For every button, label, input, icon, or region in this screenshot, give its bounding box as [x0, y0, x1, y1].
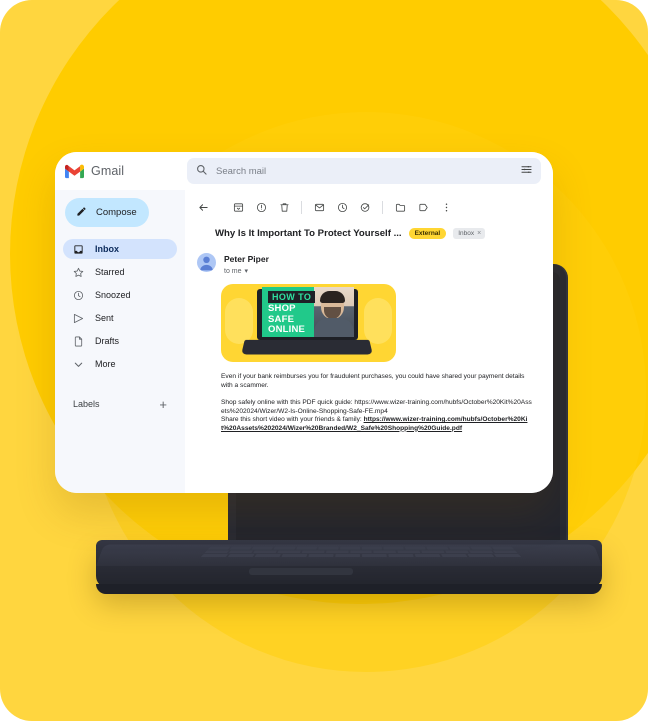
- keyboard-row: [207, 546, 515, 550]
- email-subject: Why Is It Important To Protect Yourself …: [215, 228, 402, 239]
- label-chip-inbox-text: Inbox: [458, 230, 475, 237]
- sidebar-label-inbox: Inbox: [95, 244, 119, 254]
- sidebar-item-drafts[interactable]: Drafts: [63, 331, 177, 351]
- sidebar-item-more[interactable]: More: [63, 354, 177, 374]
- gmail-body: Compose Inbox Starred Snoozed Sent Draft…: [55, 190, 553, 493]
- send-icon: [73, 313, 84, 324]
- close-icon[interactable]: ×: [477, 230, 481, 237]
- subject-row: Why Is It Important To Protect Yourself …: [215, 228, 541, 239]
- snooze-icon[interactable]: [332, 197, 352, 217]
- avatar[interactable]: [197, 252, 216, 272]
- hero-title-text: SHOP SAFE ONLINE: [268, 303, 306, 336]
- sidebar-item-sent[interactable]: Sent: [63, 308, 177, 328]
- sidebar-label-drafts: Drafts: [95, 336, 120, 346]
- archive-icon[interactable]: [228, 197, 248, 217]
- laptop-front-edge: [96, 584, 602, 594]
- gmail-brand-name: Gmail: [91, 164, 125, 178]
- labels-section-header: Labels +: [63, 394, 177, 414]
- keyboard-row: [200, 554, 522, 558]
- scene-background: Gmail Search mail Compose Inbox Starred …: [0, 0, 648, 721]
- toolbar-divider: [301, 200, 302, 214]
- compose-label: Compose: [96, 207, 137, 218]
- clock-icon: [73, 290, 84, 301]
- sidebar-label-starred: Starred: [95, 267, 125, 277]
- gmail-mail-pane: Why Is It Important To Protect Yourself …: [185, 190, 553, 493]
- hero-title-line-1: SHOP: [268, 303, 296, 314]
- email-links-block: Shop safely online with this PDF quick g…: [221, 399, 533, 433]
- labels-title: Labels: [73, 399, 100, 409]
- email-hero-wrap: HOW TO SHOP SAFE ONLINE: [185, 275, 553, 362]
- star-icon: [73, 267, 84, 278]
- laptop-trackpad: [249, 568, 353, 575]
- hero-thumbnail-content: HOW TO SHOP SAFE ONLINE: [262, 287, 354, 337]
- search-icon: [196, 162, 207, 180]
- video-thumbnail[interactable]: HOW TO SHOP SAFE ONLINE: [221, 284, 396, 362]
- hero-person-hair: [320, 291, 345, 303]
- email-toolbar: [185, 190, 553, 224]
- label-chip-inbox[interactable]: Inbox ×: [453, 228, 486, 239]
- sidebar-item-starred[interactable]: Starred: [63, 262, 177, 282]
- sidebar-label-sent: Sent: [95, 313, 114, 323]
- laptop-keyboard: [196, 546, 526, 558]
- email-paragraph-intro: Even if your bank reimburses you for fra…: [221, 373, 525, 389]
- recipient-row[interactable]: to me ▾: [224, 267, 269, 276]
- hero-glow-left: [225, 298, 253, 344]
- gmail-window: Gmail Search mail Compose Inbox Starred …: [55, 152, 553, 493]
- compose-button[interactable]: Compose: [65, 198, 149, 227]
- sidebar-item-inbox[interactable]: Inbox: [63, 239, 177, 259]
- hero-laptop-base: [241, 339, 373, 355]
- gmail-brand[interactable]: Gmail: [65, 164, 187, 179]
- toolbar-divider: [382, 200, 383, 214]
- gmail-m-logo-icon: [65, 164, 84, 179]
- sender-row: Peter Piper to me ▾: [185, 239, 553, 275]
- add-to-tasks-icon[interactable]: [355, 197, 375, 217]
- back-icon[interactable]: [193, 197, 213, 217]
- chevron-down-icon: [73, 359, 84, 370]
- move-to-icon[interactable]: [390, 197, 410, 217]
- hero-person-photo: [314, 287, 354, 337]
- gmail-header: Gmail: [55, 152, 553, 190]
- sidebar-label-snoozed: Snoozed: [95, 290, 131, 300]
- search-input[interactable]: [216, 165, 512, 177]
- sender-name: Peter Piper: [224, 254, 269, 264]
- pdf-guide-prefix: Shop safely online with this PDF quick g…: [221, 399, 355, 406]
- report-spam-icon[interactable]: [251, 197, 271, 217]
- pencil-icon: [76, 205, 87, 220]
- document-icon: [73, 336, 84, 347]
- hero-kicker-text: HOW TO: [268, 291, 316, 303]
- email-header: Why Is It Important To Protect Yourself …: [185, 224, 553, 239]
- sidebar-item-snoozed[interactable]: Snoozed: [63, 285, 177, 305]
- keyboard-row: [204, 550, 518, 554]
- delete-icon[interactable]: [274, 197, 294, 217]
- email-body-text: Even if your bank reimburses you for fra…: [185, 362, 553, 433]
- plus-icon[interactable]: +: [159, 398, 167, 411]
- status-badge-external: External: [408, 228, 447, 239]
- hero-glow-right: [364, 298, 392, 344]
- mark-unread-icon[interactable]: [309, 197, 329, 217]
- gmail-sidebar: Compose Inbox Starred Snoozed Sent Draft…: [55, 190, 185, 493]
- video-share-prefix: Share this short video with your friends…: [221, 416, 364, 424]
- hero-title-line-3: ONLINE: [268, 324, 306, 335]
- hero-person-body: [314, 318, 354, 337]
- search-bar[interactable]: [187, 158, 541, 184]
- sidebar-label-more: More: [95, 359, 116, 369]
- label-icon[interactable]: [413, 197, 433, 217]
- more-options-icon[interactable]: [436, 197, 456, 217]
- chevron-down-icon[interactable]: ▾: [245, 267, 249, 275]
- inbox-icon: [73, 244, 84, 255]
- tune-options-icon[interactable]: [521, 162, 532, 180]
- recipient-label: to me: [224, 267, 242, 275]
